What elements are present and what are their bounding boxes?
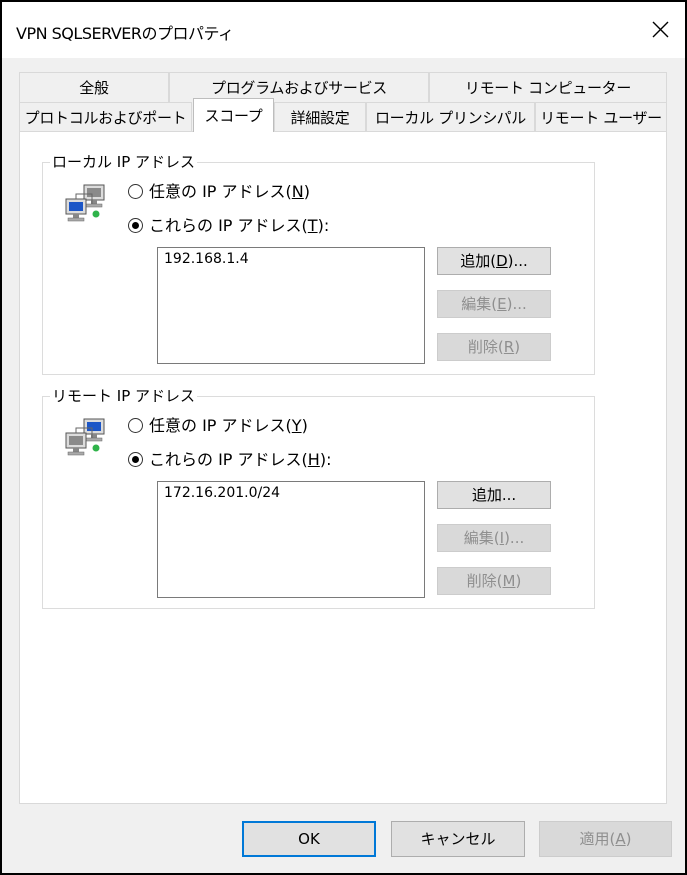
remote-edit-key: I: [499, 529, 505, 547]
local-any-key: N: [291, 182, 304, 201]
tab-programs-services-label: プログラムおよびサービス: [211, 79, 387, 97]
ok-button[interactable]: OK: [242, 821, 376, 857]
apply-label: 適用: [579, 830, 610, 848]
remote-ip-item[interactable]: 172.16.201.0/24: [158, 482, 424, 504]
local-remove-label: 削除: [467, 338, 498, 356]
local-these-ip-radio[interactable]: これらの IP アドレス(T):: [128, 215, 329, 237]
remote-add-label: 追加...: [471, 486, 517, 504]
local-edit-button[interactable]: 編集(E)...: [437, 290, 551, 318]
local-remove-button[interactable]: 削除(R): [437, 333, 551, 361]
remote-edit-button[interactable]: 編集(I)...: [437, 524, 551, 552]
title-bar: VPN SQLSERVERのプロパティ: [2, 2, 685, 58]
window-title: VPN SQLSERVERのプロパティ: [16, 24, 234, 43]
tab-advanced[interactable]: 詳細設定: [274, 102, 366, 132]
remote-ip-group: リモート IP アドレス 任意の IP アドレス(Y) これらの IP アドレス…: [42, 386, 595, 609]
local-any-label: 任意の IP アドレス: [149, 182, 286, 201]
local-ip-listbox[interactable]: 192.168.1.4: [157, 247, 425, 364]
local-add-button[interactable]: 追加(D)...: [437, 247, 551, 275]
ok-label: OK: [298, 830, 320, 848]
apply-key: A: [615, 830, 626, 848]
tab-scope-label: スコープ: [204, 107, 263, 125]
remote-any-ip-radio[interactable]: 任意の IP アドレス(Y): [128, 415, 308, 437]
remote-remove-key: M: [502, 572, 516, 590]
local-ip-legend: ローカル IP アドレス: [50, 152, 198, 172]
local-add-label: 追加: [460, 252, 491, 270]
apply-button[interactable]: 適用(A): [539, 821, 672, 857]
tab-protocols-ports[interactable]: プロトコルおよびポート: [19, 102, 192, 132]
remote-these-label: これらの IP アドレス: [149, 450, 302, 469]
cancel-label: キャンセル: [420, 830, 496, 848]
remote-any-label: 任意の IP アドレス: [149, 416, 286, 435]
remote-ip-legend: リモート IP アドレス: [50, 386, 198, 406]
tab-remote-users-label: リモート ユーザー: [540, 109, 662, 127]
local-remove-key: R: [503, 338, 515, 356]
tab-local-principals-label: ローカル プリンシパル: [374, 109, 527, 127]
scope-tab-panel: ローカル IP アドレス 任意の IP アドレス(N) これらの IP アドレス…: [19, 131, 667, 804]
local-add-key: D: [496, 252, 508, 270]
tab-local-principals[interactable]: ローカル プリンシパル: [366, 102, 535, 132]
remote-add-button[interactable]: 追加...: [437, 481, 551, 509]
remote-these-radio-circle: [128, 452, 143, 467]
local-any-radio-circle: [128, 184, 143, 199]
cancel-button[interactable]: キャンセル: [391, 821, 525, 857]
tab-remote-users[interactable]: リモート ユーザー: [535, 102, 667, 132]
properties-dialog: VPN SQLSERVERのプロパティ 全般 プログラムおよびサービス リモート…: [0, 0, 687, 875]
remote-any-key: Y: [291, 416, 302, 435]
tab-remote-computers-label: リモート コンピューター: [464, 79, 632, 97]
tab-remote-computers[interactable]: リモート コンピューター: [429, 72, 667, 102]
remote-these-ip-radio[interactable]: これらの IP アドレス(H):: [128, 449, 331, 471]
remote-any-radio-circle: [128, 418, 143, 433]
remote-remove-button[interactable]: 削除(M): [437, 567, 551, 595]
tab-protocols-ports-label: プロトコルおよびポート: [24, 109, 187, 127]
remote-edit-label: 編集: [463, 529, 494, 547]
close-icon: [652, 21, 669, 38]
local-edit-label: 編集: [461, 295, 492, 313]
local-these-label: これらの IP アドレス: [149, 216, 302, 235]
tab-scope[interactable]: スコープ: [193, 98, 274, 132]
local-any-ip-radio[interactable]: 任意の IP アドレス(N): [128, 181, 310, 203]
remote-remove-label: 削除: [466, 572, 497, 590]
tab-general-label: 全般: [79, 79, 109, 97]
local-these-key: T: [307, 216, 318, 235]
tab-advanced-label: 詳細設定: [290, 109, 350, 127]
local-ip-item[interactable]: 192.168.1.4: [158, 248, 424, 270]
remote-these-key: H: [307, 450, 320, 469]
network-computers-icon: [65, 418, 105, 456]
remote-ip-listbox[interactable]: 172.16.201.0/24: [157, 481, 425, 598]
local-these-radio-circle: [128, 218, 143, 233]
network-computers-icon: [65, 184, 105, 222]
close-button[interactable]: [635, 2, 685, 58]
tab-general[interactable]: 全般: [19, 72, 169, 102]
local-ip-group: ローカル IP アドレス 任意の IP アドレス(N) これらの IP アドレス…: [42, 152, 595, 375]
local-edit-key: E: [497, 295, 507, 313]
